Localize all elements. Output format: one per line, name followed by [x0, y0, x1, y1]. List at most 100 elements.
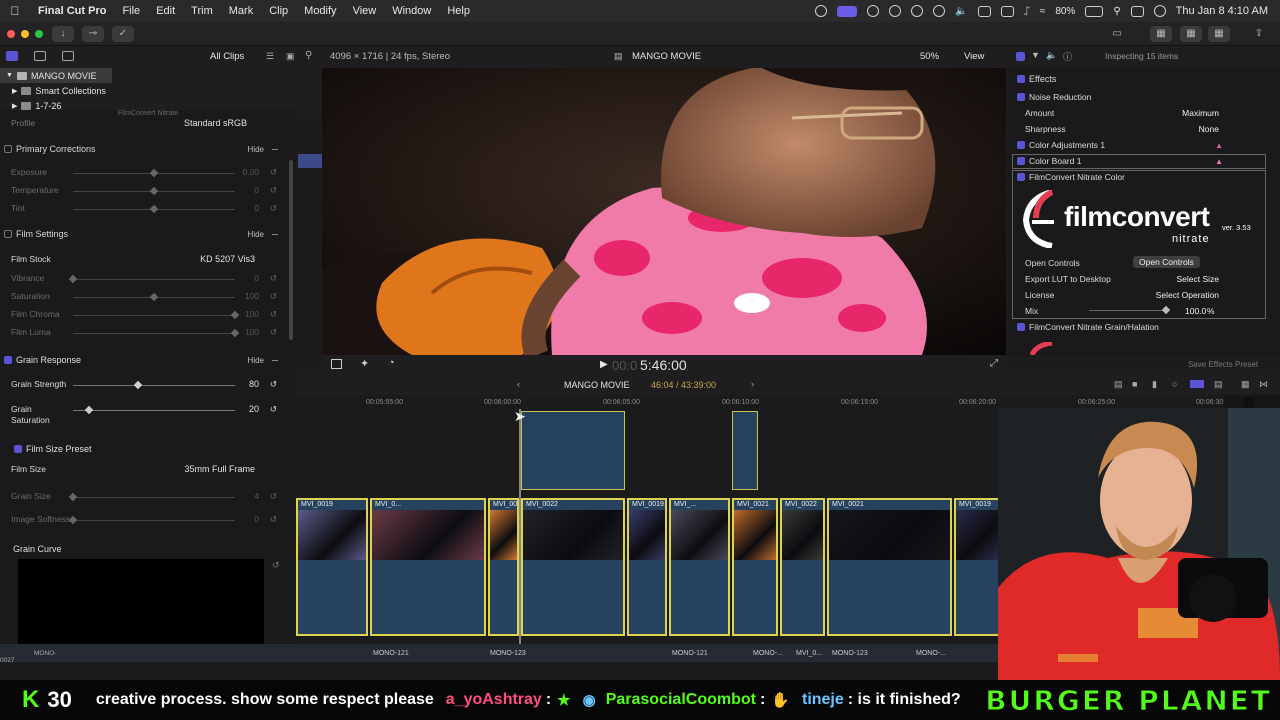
status-icon[interactable] [933, 5, 946, 17]
film-stock-dropdown[interactable]: KD 5207 Vis3 [200, 254, 255, 264]
amount-dropdown[interactable]: Maximum [1182, 108, 1219, 118]
audio-clip[interactable]: MONO-123 [490, 650, 526, 660]
slider-track[interactable] [73, 410, 235, 411]
titles-icon[interactable] [62, 51, 74, 61]
list-view-icon[interactable]: ☰ [266, 51, 274, 62]
timeline-clip[interactable]: MVI_0... [370, 498, 486, 636]
timeline-clip[interactable]: MVI_... [669, 498, 730, 636]
status-icon[interactable] [889, 5, 902, 17]
color-board-icon[interactable]: ▲ [1215, 157, 1223, 166]
collapse-icon[interactable] [272, 359, 278, 361]
slider-knob[interactable] [68, 492, 78, 502]
reset-icon[interactable]: ↺ [270, 203, 277, 214]
reset-icon[interactable]: ↺ [270, 185, 277, 196]
siri-icon[interactable] [1153, 5, 1166, 17]
color-inspector-icon[interactable]: ▼ [1031, 50, 1040, 60]
save-effects-preset-button[interactable]: Save Effects Preset [1188, 360, 1258, 369]
timeline-clip[interactable]: MVI_0021 [732, 498, 778, 636]
zoom-dropdown[interactable]: 50% [920, 51, 939, 62]
slider-value[interactable]: 0 [254, 273, 259, 283]
keywords-icon[interactable]: ⊸ [82, 26, 104, 42]
timeline-toggle-icon[interactable]: ▦ [1180, 26, 1202, 42]
reset-icon[interactable]: ↺ [272, 560, 280, 571]
slider-value[interactable]: 0 [254, 203, 259, 213]
reset-icon[interactable]: ↺ [270, 404, 277, 415]
timeline-ruler[interactable]: 00:05:55:00 00:06:00:00 00:06:05:00 00:0… [296, 395, 1225, 409]
slider-knob[interactable] [230, 328, 240, 338]
slider-value[interactable]: 100 [245, 309, 259, 319]
profile-dropdown[interactable]: Standard sRGB [184, 118, 247, 128]
view-dropdown[interactable]: View [964, 51, 984, 62]
color-adjustments-icon[interactable]: ▲ [1215, 141, 1223, 150]
primary-corrections-checkbox[interactable] [4, 145, 12, 153]
reset-icon[interactable]: ↺ [270, 167, 277, 178]
slider-value[interactable]: 0 [254, 185, 259, 195]
menu-file[interactable]: File [114, 5, 148, 17]
hide-button[interactable]: Hide [248, 230, 264, 239]
transform-icon[interactable]: ✦ [360, 357, 369, 370]
slider-track[interactable] [73, 385, 235, 386]
battery-icon[interactable] [1085, 5, 1104, 17]
slider-value[interactable]: 100 [245, 291, 259, 301]
audio-clip[interactable]: MONO-121 [373, 650, 409, 660]
control-center-icon[interactable] [1130, 5, 1144, 17]
battery-label[interactable]: 80% [1055, 6, 1075, 17]
clip-appearance-icon[interactable]: ▤ [1114, 379, 1123, 390]
license-dropdown[interactable]: Select Operation [1156, 290, 1219, 300]
hide-button[interactable]: Hide [248, 356, 264, 365]
photos-icon[interactable] [34, 51, 46, 61]
status-icon[interactable] [977, 5, 991, 17]
forward-arrow-icon[interactable]: › [751, 379, 754, 389]
collapse-icon[interactable] [272, 233, 278, 235]
color-adjustments-checkbox[interactable] [1017, 141, 1025, 149]
hide-button[interactable]: Hide [248, 145, 264, 154]
slider-value[interactable]: 80 [249, 379, 259, 389]
slider-value[interactable]: 0 [254, 514, 259, 524]
timeline-clip[interactable]: MVI_0021 [827, 498, 952, 636]
menu-clip[interactable]: Clip [261, 5, 296, 17]
video-viewer[interactable] [322, 68, 1006, 355]
video-inspector-icon[interactable] [1016, 52, 1025, 61]
timeline-clip[interactable]: MVI_0019 [627, 498, 667, 636]
color-board-row[interactable]: Color Board 1 ▲ [1013, 153, 1275, 169]
skimming-icon[interactable] [1190, 380, 1204, 388]
slider-knob[interactable] [149, 204, 159, 214]
filmstrip-icon[interactable]: ▣ [286, 51, 295, 62]
audio-clip[interactable]: MONO-123 [832, 650, 868, 660]
slider-value[interactable]: 0.00 [242, 167, 259, 177]
menu-edit[interactable]: Edit [148, 5, 183, 17]
share-icon[interactable]: ▭ [1106, 26, 1128, 42]
speed-icon[interactable]: ◔ [388, 357, 395, 369]
reset-icon[interactable]: ↺ [270, 273, 277, 284]
export-lut-dropdown[interactable]: Select Size [1176, 274, 1219, 284]
slider-knob[interactable] [149, 292, 159, 302]
menu-trim[interactable]: Trim [183, 5, 221, 17]
slider-knob[interactable] [230, 310, 240, 320]
slider-track[interactable] [73, 497, 235, 498]
slider-knob[interactable] [133, 380, 143, 390]
reset-icon[interactable]: ↺ [270, 491, 277, 502]
fc-color-checkbox[interactable] [1017, 173, 1025, 181]
timeline-clip[interactable]: MVI_0019 [296, 498, 368, 636]
film-settings-checkbox[interactable] [4, 230, 12, 238]
zoom-window-button[interactable] [35, 30, 43, 38]
film-size-preset-checkbox[interactable] [14, 445, 22, 453]
display-icon[interactable] [1000, 5, 1014, 17]
timeline-clip[interactable]: MVI_0019 [954, 498, 1000, 636]
sharpness-dropdown[interactable]: None [1199, 124, 1219, 134]
audio-inspector-icon[interactable]: 🔈 [1046, 50, 1057, 61]
volume-icon[interactable]: 🔈 [955, 6, 967, 17]
audio-clip[interactable]: MONO-0027 [0, 650, 60, 664]
apple-icon[interactable]:  [0, 4, 30, 18]
play-icon[interactable] [911, 5, 924, 17]
slider-track[interactable] [73, 315, 235, 316]
back-arrow-icon[interactable]: ‹ [517, 379, 520, 389]
timeline-clip[interactable]: MVI_0022 [780, 498, 825, 636]
play-button[interactable]: ▶ [600, 359, 608, 370]
reset-icon[interactable]: ↺ [270, 327, 277, 338]
slider-knob[interactable] [149, 186, 159, 196]
slider-knob[interactable] [68, 274, 78, 284]
minimize-window-button[interactable] [21, 30, 29, 38]
transitions-browser-icon[interactable]: ⋈ [1259, 379, 1268, 390]
info-inspector-icon[interactable]: ⓘ [1063, 50, 1072, 63]
